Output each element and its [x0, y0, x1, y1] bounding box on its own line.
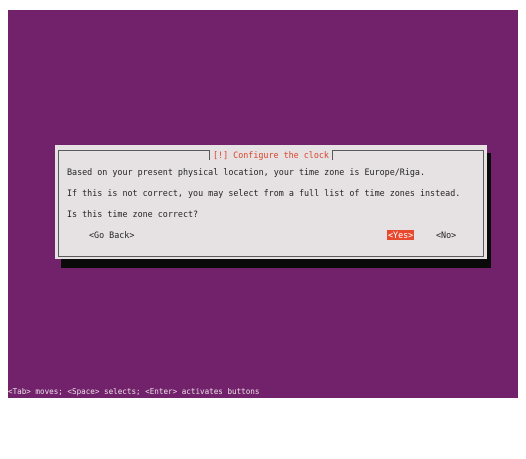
full-list-text: If this is not correct, you may select f…: [67, 188, 461, 198]
question-text: Is this time zone correct?: [67, 209, 199, 219]
yes-button[interactable]: <Yes>: [387, 230, 415, 240]
go-back-button[interactable]: <Go Back>: [88, 230, 135, 240]
dialog-title-text: [!] Configure the clock: [209, 150, 333, 160]
no-button[interactable]: <No>: [435, 230, 457, 240]
location-text: Based on your present physical location,…: [67, 167, 425, 177]
configure-clock-dialog: [!] Configure the clock Based on your pr…: [55, 145, 487, 259]
dialog-title: [!] Configure the clock: [59, 150, 483, 160]
status-bar: <Tab> moves; <Space> selects; <Enter> ac…: [8, 387, 260, 396]
